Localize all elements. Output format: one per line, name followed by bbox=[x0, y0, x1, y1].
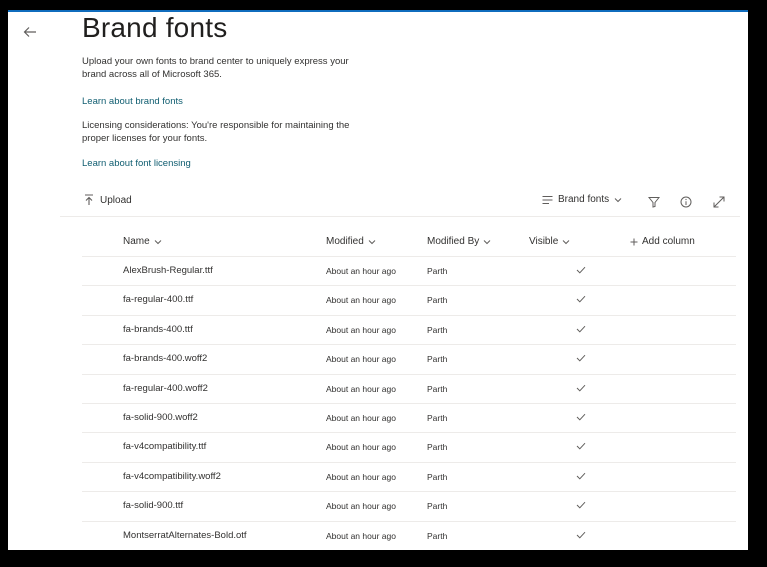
add-column-label: Add column bbox=[642, 236, 695, 247]
list-view-icon bbox=[542, 195, 553, 204]
table-body: AlexBrush-Regular.ttf About an hour ago Pa… bbox=[82, 256, 736, 550]
checkmark-icon bbox=[576, 443, 586, 450]
expand-icon bbox=[713, 196, 725, 208]
modified-date: About an hour ago bbox=[326, 383, 396, 394]
checkmark-icon bbox=[576, 501, 586, 509]
file-name[interactable]: fa-brands-400.ttf bbox=[123, 324, 193, 335]
file-name[interactable]: fa-regular-400.ttf bbox=[123, 294, 193, 305]
add-column-button[interactable]: Add column bbox=[630, 236, 695, 247]
checkmark-icon bbox=[576, 413, 586, 421]
chevron-down-icon bbox=[368, 239, 376, 244]
modified-date: About an hour ago bbox=[326, 354, 396, 365]
modified-date: About an hour ago bbox=[326, 295, 396, 306]
table-row[interactable]: fa-solid-900.woff2 About an hour ago Parth bbox=[82, 402, 736, 432]
chevron-down-icon bbox=[614, 197, 622, 202]
table-row[interactable]: fa-brands-400.ttf About an hour ago Parth bbox=[82, 314, 736, 344]
modified-date: About an hour ago bbox=[326, 501, 396, 512]
back-button[interactable] bbox=[20, 22, 40, 42]
file-name[interactable]: MontserratAlternates-Bold.otf bbox=[123, 530, 247, 541]
modified-by: Parth bbox=[427, 501, 448, 512]
modified-by: Parth bbox=[427, 530, 448, 541]
table-row[interactable]: MontserratAlternates-Bold.otf About an ho… bbox=[82, 520, 736, 550]
command-bar-divider bbox=[60, 216, 740, 217]
page-title: Brand fonts bbox=[82, 12, 228, 43]
learn-font-licensing-link[interactable]: Learn about font licensing bbox=[82, 158, 191, 169]
modified-by: Parth bbox=[427, 324, 448, 335]
column-header-name[interactable]: Name bbox=[123, 236, 162, 247]
table-row[interactable]: fa-solid-900.ttf About an hour ago Parth bbox=[82, 491, 736, 520]
upload-button[interactable]: Upload bbox=[84, 194, 132, 206]
info-button[interactable] bbox=[678, 194, 694, 210]
checkmark-icon bbox=[576, 384, 586, 392]
modified-by: Parth bbox=[427, 412, 448, 423]
table-row[interactable]: fa-regular-400.ttf About an hour ago Parth bbox=[82, 285, 736, 314]
app-window: Brand fonts Upload your own fonts to bra… bbox=[8, 10, 748, 550]
modified-date: About an hour ago bbox=[326, 442, 396, 453]
modified-by: Parth bbox=[427, 383, 448, 394]
chevron-down-icon bbox=[562, 239, 570, 244]
table-row[interactable]: fa-regular-400.woff2 About an hour ago Par… bbox=[82, 373, 736, 403]
file-name[interactable]: fa-brands-400.woff2 bbox=[123, 353, 207, 364]
table-row[interactable]: AlexBrush-Regular.ttf About an hour ago Pa… bbox=[82, 256, 736, 285]
file-name[interactable]: fa-v4compatibility.ttf bbox=[123, 441, 206, 452]
learn-brand-fonts-link[interactable]: Learn about brand fonts bbox=[82, 96, 183, 107]
view-label: Brand fonts bbox=[558, 194, 610, 205]
filter-icon bbox=[648, 197, 660, 208]
fonts-table: Name Modified Modified By Visible Add co… bbox=[82, 230, 736, 550]
modified-date: About an hour ago bbox=[326, 266, 396, 276]
file-name[interactable]: fa-regular-400.woff2 bbox=[123, 383, 208, 394]
upload-icon bbox=[85, 194, 93, 205]
checkmark-icon bbox=[576, 266, 586, 274]
filter-button[interactable] bbox=[646, 194, 662, 210]
chevron-down-icon bbox=[483, 239, 491, 244]
modified-date: About an hour ago bbox=[326, 324, 396, 335]
licensing-text: Licensing considerations: You're respons… bbox=[82, 120, 350, 144]
checkmark-icon bbox=[576, 296, 586, 303]
table-row[interactable]: fa-v4compatibility.woff2 About an hour ag… bbox=[82, 461, 736, 491]
modified-by: Parth bbox=[427, 442, 448, 453]
expand-button[interactable] bbox=[711, 194, 727, 210]
upload-label: Upload bbox=[100, 194, 132, 206]
file-name[interactable]: fa-solid-900.ttf bbox=[123, 500, 183, 511]
modified-date: About an hour ago bbox=[326, 412, 396, 423]
view-switcher[interactable]: Brand fonts bbox=[542, 194, 622, 205]
modified-date: About an hour ago bbox=[326, 530, 396, 541]
column-modified-label: Modified bbox=[326, 236, 364, 247]
file-name[interactable]: AlexBrush-Regular.ttf bbox=[123, 265, 213, 276]
column-visible-label: Visible bbox=[529, 236, 559, 247]
plus-icon bbox=[630, 238, 638, 245]
table-row[interactable]: fa-v4compatibility.ttf About an hour ago P… bbox=[82, 432, 736, 461]
file-name[interactable]: fa-solid-900.woff2 bbox=[123, 412, 198, 423]
column-header-modified[interactable]: Modified bbox=[326, 236, 376, 247]
command-bar: Upload Brand fonts bbox=[76, 190, 736, 216]
modified-by: Parth bbox=[427, 354, 448, 365]
modified-date: About an hour ago bbox=[326, 471, 396, 482]
checkmark-icon bbox=[576, 531, 586, 539]
checkmark-icon bbox=[576, 472, 586, 480]
file-name[interactable]: fa-v4compatibility.woff2 bbox=[123, 471, 221, 482]
modified-by: Parth bbox=[427, 295, 448, 306]
table-header: Name Modified Modified By Visible Add co… bbox=[82, 230, 736, 256]
column-header-modified-by[interactable]: Modified By bbox=[427, 236, 491, 247]
arrow-left-icon bbox=[23, 27, 36, 37]
page-description: Upload your own fonts to brand center to… bbox=[82, 56, 349, 80]
modified-by: Parth bbox=[427, 471, 448, 482]
column-name-label: Name bbox=[123, 236, 150, 247]
column-header-visible[interactable]: Visible bbox=[529, 236, 570, 247]
modified-by: Parth bbox=[427, 266, 448, 276]
chevron-down-icon bbox=[154, 239, 162, 244]
checkmark-icon bbox=[576, 325, 586, 333]
column-modified-by-label: Modified By bbox=[427, 236, 480, 247]
table-row[interactable]: fa-brands-400.woff2 About an hour ago Part… bbox=[82, 344, 736, 373]
info-icon bbox=[680, 196, 692, 208]
checkmark-icon bbox=[576, 355, 586, 362]
